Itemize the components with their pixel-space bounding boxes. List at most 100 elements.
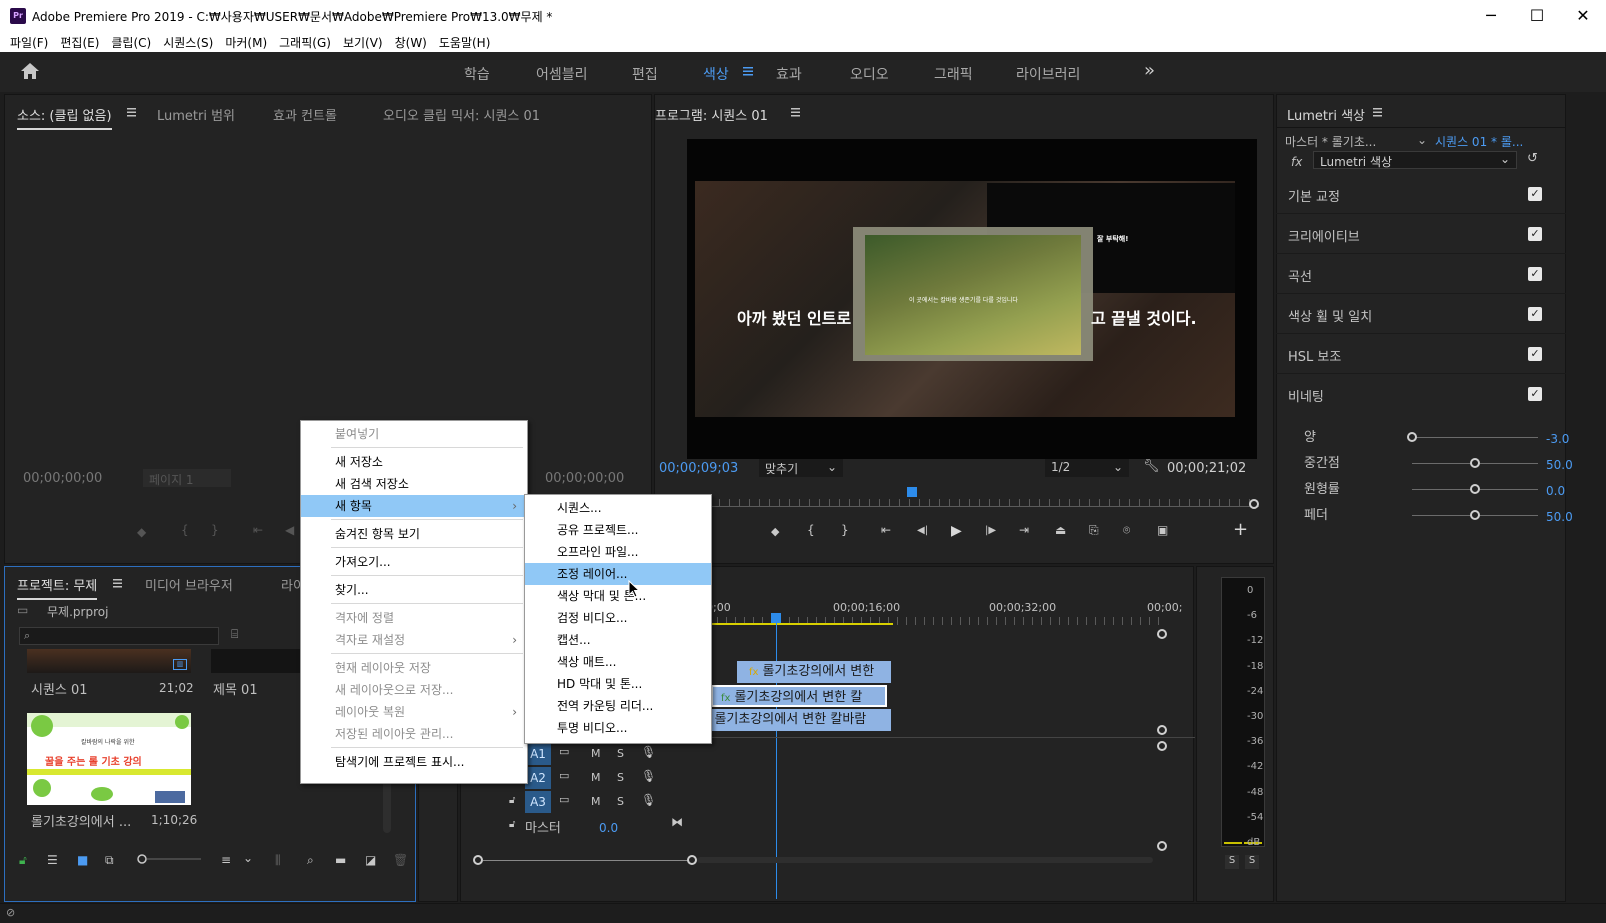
tab-media-browser[interactable]: 미디어 브라우저	[145, 575, 233, 594]
workspace-tab-effects[interactable]: 효과	[776, 64, 802, 84]
menu-item-show-hidden[interactable]: 숨겨진 항목 보기	[301, 523, 527, 545]
icon-view-icon[interactable]: ■	[77, 853, 88, 867]
solo-button[interactable]: S	[617, 795, 624, 808]
workspace-menu-icon[interactable]	[743, 66, 753, 76]
lumetri-menu-icon[interactable]	[1373, 108, 1382, 117]
vignette-feather-value[interactable]: 50.0	[1546, 510, 1573, 524]
master-clip-selector[interactable]: 마스터 * 롤기초...	[1285, 133, 1376, 150]
sequence-clip-selector[interactable]: 시퀀스 01 * 롤...	[1435, 133, 1523, 150]
enable-checkbox[interactable]: ✓	[1528, 387, 1542, 401]
close-button[interactable]: ✕	[1560, 0, 1606, 32]
vignette-roundness-value[interactable]: 0.0	[1546, 484, 1565, 498]
master-track-value[interactable]: 0.0	[599, 821, 618, 835]
list-view-icon[interactable]: ☰	[47, 853, 58, 867]
video-clip[interactable]: fx 롤기초강의에서 변한	[737, 661, 891, 683]
menu-sequence[interactable]: 시퀀스(S)	[159, 32, 221, 52]
section-vignette[interactable]: 비네팅 ✓	[1276, 374, 1566, 414]
item-name[interactable]: 제목 01	[213, 679, 258, 698]
track-a1-toggle[interactable]: A1	[525, 743, 551, 765]
submenu-item-offline-file[interactable]: 오프라인 파일...	[525, 541, 711, 563]
enable-checkbox[interactable]: ✓	[1528, 267, 1542, 281]
section-creative[interactable]: 크리에이티브 ✓	[1276, 214, 1566, 254]
go-to-out-icon[interactable]: ⇥	[1019, 523, 1029, 537]
submenu-item-hd-bars-and-tone[interactable]: HD 막대 및 톤...	[525, 673, 711, 695]
automate-icon[interactable]: ⫼	[275, 853, 281, 868]
master-go-to-icon[interactable]: ⧓	[671, 815, 683, 829]
program-playhead[interactable]	[907, 487, 917, 497]
menu-file[interactable]: 파일(F)	[6, 32, 56, 52]
solo-right-button[interactable]: S	[1245, 855, 1259, 869]
tab-source[interactable]: 소스: (클립 없음)	[17, 105, 112, 130]
workspace-tab-learn[interactable]: 학습	[464, 64, 490, 84]
minimize-button[interactable]: ─	[1468, 0, 1514, 32]
vignette-amount-value[interactable]: -3.0	[1546, 432, 1569, 446]
item-name[interactable]: 시퀀스 01	[31, 679, 88, 698]
workspace-tab-color[interactable]: 색상	[703, 64, 729, 84]
track-lock-icon[interactable]: 🔓︎	[509, 819, 515, 830]
effect-dropdown[interactable]: Lumetri 색상 ⌄	[1313, 151, 1517, 169]
menu-marker[interactable]: 마커(M)	[221, 32, 275, 52]
panel-menu-icon[interactable]	[127, 108, 136, 117]
submenu-item-transparent-video[interactable]: 투명 비디오...	[525, 717, 711, 739]
chevron-down-icon[interactable]: ⌄	[243, 851, 253, 865]
comparison-view-icon[interactable]: ▣	[1157, 523, 1168, 537]
section-color-wheels[interactable]: 색상 휠 및 일치 ✓	[1276, 294, 1566, 334]
solo-button[interactable]: S	[617, 771, 624, 784]
workspace-tab-edit[interactable]: 편집	[632, 64, 658, 84]
sync-lock-icon[interactable]: ▭	[559, 745, 569, 758]
new-item-icon[interactable]: ◪	[365, 853, 376, 867]
menu-item-paste[interactable]: 붙여넣기	[301, 423, 527, 445]
work-area-bar[interactable]	[699, 623, 893, 625]
step-back-icon[interactable]: ◀|	[917, 525, 928, 536]
mark-in-icon[interactable]: {	[807, 523, 815, 537]
menu-clip[interactable]: 클립(C)	[107, 32, 159, 52]
program-timecode[interactable]: 00;00;09;03	[659, 461, 738, 476]
menu-graphics[interactable]: 그래픽(G)	[275, 32, 339, 52]
menu-item-import[interactable]: 가져오기...	[301, 551, 527, 573]
menu-help[interactable]: 도움말(H)	[435, 32, 499, 52]
vignette-roundness-knob[interactable]	[1470, 484, 1480, 494]
more-workspaces-icon[interactable]: »	[1144, 60, 1155, 81]
menu-item-manage-layouts[interactable]: 저장된 레이아웃 관리...	[301, 723, 527, 745]
trash-icon[interactable]: 🗑︎	[393, 853, 408, 867]
tab-project[interactable]: 프로젝트: 무제	[17, 575, 98, 600]
program-monitor-video[interactable]: 잘 부탁해! 이 곳에서는 칼바람 생존기를 다룰 것입니다 아까 봤던 인트로…	[687, 139, 1257, 459]
tab-audio-clip-mixer[interactable]: 오디오 클립 믹서: 시퀀스 01	[383, 105, 540, 124]
tab-effect-controls[interactable]: 효과 컨트롤	[273, 105, 337, 124]
section-basic-correction[interactable]: 기본 교정 ✓	[1276, 174, 1566, 214]
menu-item-find[interactable]: 찾기...	[301, 579, 527, 601]
sync-lock-icon[interactable]: ▭	[559, 793, 569, 806]
solo-button[interactable]: S	[617, 747, 624, 760]
add-marker-icon[interactable]: ◆	[771, 525, 779, 538]
vignette-midpoint-knob[interactable]	[1470, 458, 1480, 468]
zoom-handle-left[interactable]	[473, 855, 483, 865]
video-clip[interactable]: fx롤기초강의에서 변한 칼바람	[693, 709, 891, 731]
submenu-item-color-matte[interactable]: 색상 매트...	[525, 651, 711, 673]
mute-button[interactable]: M	[591, 795, 601, 808]
step-forward-icon[interactable]: |▶	[985, 525, 996, 536]
menu-window[interactable]: 창(W)	[391, 32, 435, 52]
menu-item-new-search-bin[interactable]: 새 검색 저장소	[301, 473, 527, 495]
microphone-icon[interactable]: 🎙︎	[641, 745, 656, 759]
source-mark-out-icon[interactable]: }	[211, 523, 219, 537]
wrench-icon[interactable]: 🔧︎	[1143, 459, 1160, 474]
vignette-amount-slider[interactable]	[1412, 437, 1538, 438]
mark-out-icon[interactable]: }	[841, 523, 849, 537]
menu-item-reset-to-grid[interactable]: 격자로 재설정 ›	[301, 629, 527, 651]
submenu-item-captions[interactable]: 캡션...	[525, 629, 711, 651]
camera-icon[interactable]: ⌾	[1123, 523, 1130, 538]
tab-lumetri-color[interactable]: Lumetri 색상	[1287, 105, 1365, 124]
submenu-item-black-video[interactable]: 검정 비디오...	[525, 607, 711, 629]
section-curves[interactable]: 곡선 ✓	[1276, 254, 1566, 294]
zoom-slider[interactable]	[137, 853, 203, 865]
scroll-handle[interactable]	[1157, 741, 1167, 751]
menu-item-restore-layout[interactable]: 레이아웃 복원 ›	[301, 701, 527, 723]
source-marker-icon[interactable]: ◆	[137, 525, 146, 539]
vignette-amount-knob[interactable]	[1407, 432, 1417, 442]
track-a2-toggle[interactable]: A2	[525, 767, 551, 789]
section-hsl-secondary[interactable]: HSL 보조 ✓	[1276, 334, 1566, 374]
enable-checkbox[interactable]: ✓	[1528, 307, 1542, 321]
zoom-handle-right[interactable]	[687, 855, 697, 865]
zoom-bar[interactable]	[483, 860, 695, 861]
lift-icon[interactable]: ⏏	[1055, 523, 1066, 537]
